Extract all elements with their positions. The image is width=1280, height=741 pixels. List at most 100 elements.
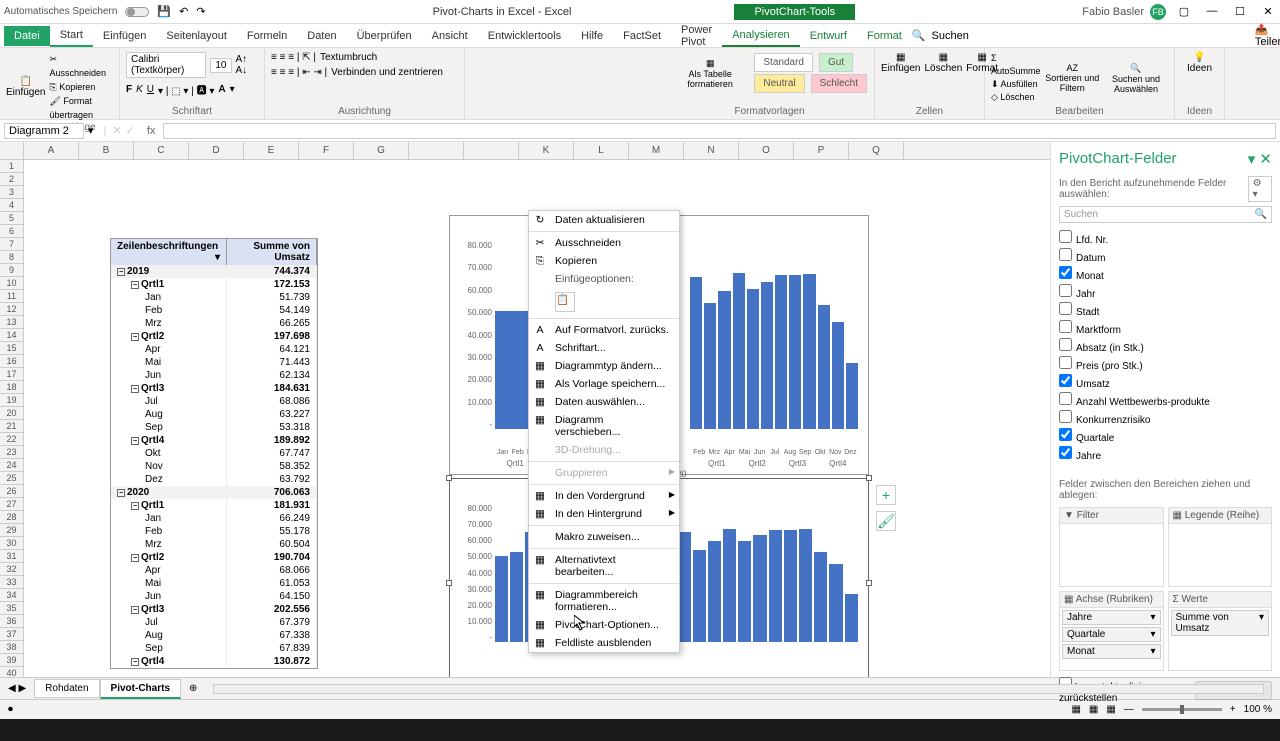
font-name-select[interactable]: Calibri (Textkörper) [126, 52, 206, 78]
chart-styles-button[interactable]: 🖌 [876, 511, 896, 531]
ideas-button[interactable]: 💡Ideen [1181, 52, 1218, 74]
zoom-slider[interactable] [1142, 708, 1222, 711]
field-checkbox[interactable]: Stadt [1059, 301, 1272, 319]
minimize-icon[interactable]: — [1204, 5, 1220, 18]
context-menu-item[interactable]: ▦PivotChart-Optionen... [529, 616, 679, 634]
font-size-select[interactable]: 10 [210, 58, 231, 73]
style-good[interactable]: Gut [819, 53, 853, 72]
tab-developer[interactable]: Entwicklertools [478, 26, 571, 46]
context-menu-item[interactable]: AAuf Formatvorl. zurücks. [529, 321, 679, 339]
page-break-icon[interactable]: ▦ [1106, 704, 1115, 715]
field-checkbox[interactable]: Marktform [1059, 319, 1272, 337]
legend-area[interactable]: ▦ Legende (Reihe) [1168, 507, 1273, 587]
search-label[interactable]: Suchen [932, 30, 969, 42]
context-menu-item[interactable]: ▦Daten auswählen... [529, 393, 679, 411]
format-as-table-button[interactable]: ▦Als Tabelle formatieren [671, 58, 749, 89]
sheet-tab-rohdaten[interactable]: Rohdaten [34, 679, 99, 698]
field-checkbox[interactable]: Umsatz [1059, 373, 1272, 391]
chart-elements-button[interactable]: + [876, 485, 896, 505]
context-menu-item[interactable]: ▦Alternativtext bearbeiten... [529, 551, 679, 581]
context-menu-item[interactable]: ⎘Kopieren [529, 252, 679, 270]
field-checkbox[interactable]: Anzahl Wettbewerbs-produkte [1059, 391, 1272, 409]
fields-pane-dropdown[interactable]: ▾ [1248, 151, 1256, 168]
values-area[interactable]: Σ Werte Summe von Umsatz▾ [1168, 591, 1273, 671]
tab-design[interactable]: Entwurf [800, 26, 857, 46]
maximize-icon[interactable]: ☐ [1232, 5, 1248, 18]
sort-filter-button[interactable]: AZSortieren und Filtern [1045, 63, 1100, 93]
tab-formulas[interactable]: Formeln [237, 26, 297, 46]
context-menu-item[interactable]: ▦Diagrammtyp ändern... [529, 357, 679, 375]
format-painter-button[interactable]: 🖌 Format übertragen [49, 94, 113, 122]
context-menu-item[interactable]: Makro zuweisen... [529, 528, 679, 546]
context-menu-item[interactable]: ↻Daten aktualisieren [529, 211, 679, 229]
worksheet[interactable]: ABCDEFGKLMNOPQ 1234567891011121314151617… [0, 142, 1050, 677]
field-checkbox[interactable]: Monat [1059, 265, 1272, 283]
fields-pane-close-icon[interactable]: ✕ [1259, 151, 1272, 168]
filter-area[interactable]: ▼ Filter [1059, 507, 1164, 587]
sheet-tab-pivotcharts[interactable]: Pivot-Charts [100, 679, 181, 699]
insert-cells-button[interactable]: ▦Einfügen [881, 52, 920, 74]
tab-analyze[interactable]: Analysieren [722, 25, 799, 47]
redo-icon[interactable]: ↷ [196, 5, 205, 18]
field-checkbox[interactable]: Konkurrenzrisiko [1059, 409, 1272, 427]
formula-input[interactable] [163, 123, 1276, 139]
context-menu-item[interactable]: ▦Als Vorlage speichern... [529, 375, 679, 393]
zoom-level[interactable]: 100 % [1244, 704, 1272, 715]
copy-button[interactable]: ⎘ Kopieren [49, 80, 113, 94]
tab-review[interactable]: Überprüfen [347, 26, 422, 46]
field-checkbox[interactable]: Jahre [1059, 445, 1272, 463]
tab-insert[interactable]: Einfügen [93, 26, 156, 46]
field-checkbox[interactable]: Quartale [1059, 427, 1272, 445]
tab-file[interactable]: Datei [4, 26, 50, 46]
pivot-table[interactable]: Zeilenbeschriftungen ▾ Summe von Umsatz … [110, 238, 318, 669]
fx-icon[interactable]: fx [147, 125, 156, 137]
tab-start[interactable]: Start [50, 25, 93, 47]
delete-cells-button[interactable]: ▦Löschen [924, 52, 962, 74]
context-menu-item[interactable]: ▦Diagramm verschieben... [529, 411, 679, 441]
normal-view-icon[interactable]: ▦ [1071, 704, 1080, 715]
context-menu-item[interactable]: Einfügeoptionen: [529, 270, 679, 288]
context-menu-item[interactable]: ▦In den Hintergrund▶ [529, 505, 679, 523]
horizontal-scrollbar[interactable] [213, 684, 1264, 694]
tab-pagelayout[interactable]: Seitenlayout [156, 26, 237, 46]
context-menu-item[interactable]: ▦Diagrammbereich formatieren... [529, 586, 679, 616]
find-select-button[interactable]: 🔍Suchen und Auswählen [1104, 63, 1168, 94]
undo-icon[interactable]: ↶ [179, 5, 188, 18]
page-layout-icon[interactable]: ▦ [1089, 704, 1098, 715]
style-neutral[interactable]: Neutral [754, 74, 804, 93]
field-checkbox[interactable]: Jahr [1059, 283, 1272, 301]
field-checkbox[interactable]: Preis (pro Stk.) [1059, 355, 1272, 373]
close-icon[interactable]: ✕ [1260, 5, 1276, 18]
tab-factset[interactable]: FactSet [613, 26, 671, 46]
field-checkbox[interactable]: Datum [1059, 247, 1272, 265]
autosave-toggle[interactable] [125, 7, 149, 17]
user-avatar[interactable]: FB [1150, 4, 1166, 20]
field-checkbox[interactable]: Lfd. Nr. [1059, 229, 1272, 247]
cut-button[interactable]: ✂ Ausschneiden [49, 52, 113, 80]
paste-button[interactable]: 📋Einfügen [6, 76, 45, 98]
style-standard[interactable]: Standard [754, 53, 813, 72]
axis-area[interactable]: ▦ Achse (Rubriken) Jahre▾Quartale▾Monat▾ [1059, 591, 1164, 671]
context-menu-item[interactable]: ✂Ausschneiden [529, 234, 679, 252]
context-menu-item[interactable]: ▦Feldliste ausblenden [529, 634, 679, 652]
context-menu-item[interactable]: ASchriftart... [529, 339, 679, 357]
tab-data[interactable]: Daten [297, 26, 346, 46]
save-icon[interactable]: 💾 [157, 5, 171, 18]
ribbon-display-icon[interactable]: ▢ [1176, 5, 1192, 18]
fields-search-input[interactable]: Suchen🔍 [1059, 206, 1272, 223]
context-menu-item[interactable]: ▦In den Vordergrund▶ [529, 487, 679, 505]
cancel-formula-icon[interactable]: ✕ [112, 124, 121, 137]
tab-powerpivot[interactable]: Power Pivot [671, 20, 722, 52]
field-checkbox[interactable]: Absatz (in Stk.) [1059, 337, 1272, 355]
new-sheet-button[interactable]: ⊕ [189, 683, 197, 694]
style-bad[interactable]: Schlecht [811, 74, 867, 93]
tab-format[interactable]: Format [857, 26, 912, 46]
enter-formula-icon[interactable]: ✓ [126, 124, 135, 137]
share-button[interactable]: 📤 Teilen [1255, 23, 1280, 48]
tab-view[interactable]: Ansicht [422, 26, 478, 46]
record-macro-icon[interactable]: ⏺ [8, 704, 13, 715]
pivot-header-rows[interactable]: Zeilenbeschriftungen ▾ [111, 239, 227, 265]
name-box[interactable] [4, 123, 84, 139]
tab-help[interactable]: Hilfe [571, 26, 613, 46]
gear-icon[interactable]: ⚙ ▾ [1248, 176, 1272, 202]
